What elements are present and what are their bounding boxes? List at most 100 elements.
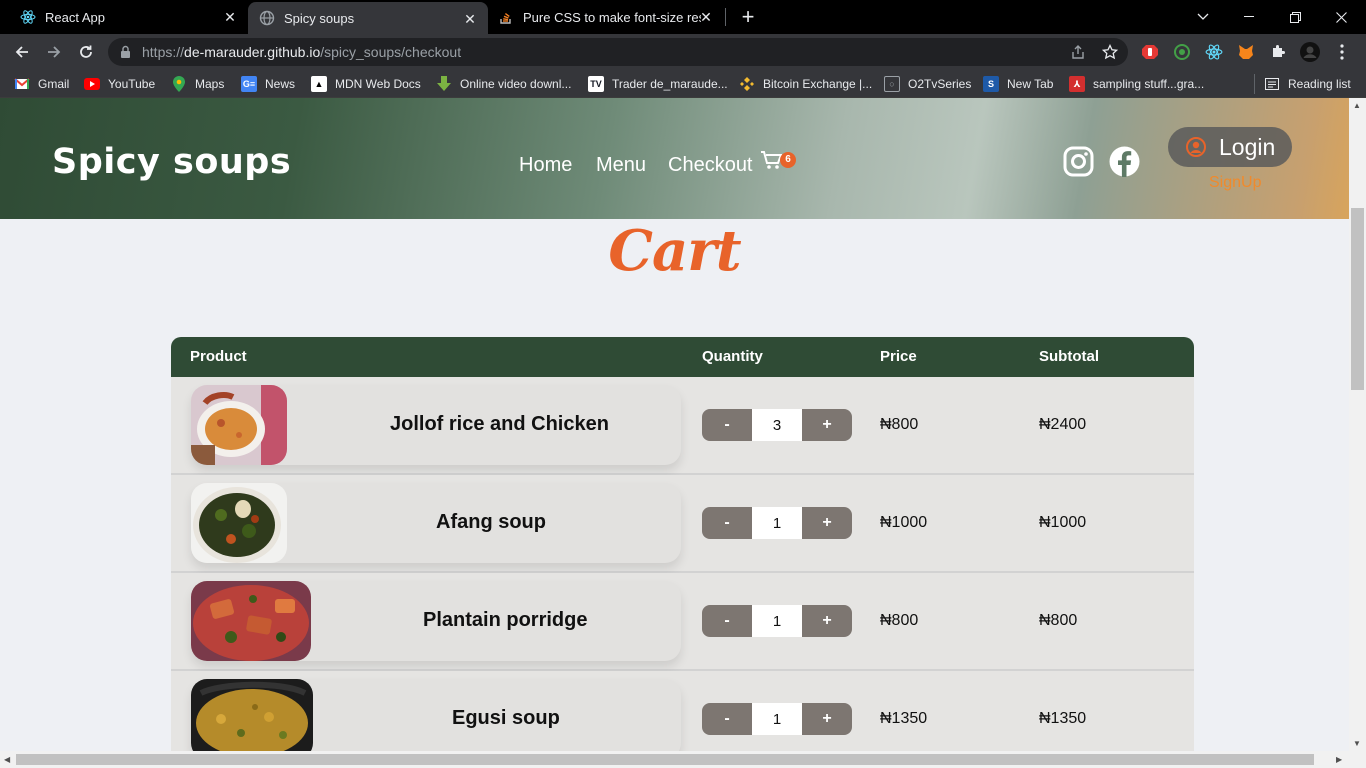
column-header-quantity: Quantity — [702, 348, 763, 365]
decrease-quantity-button[interactable]: - — [702, 507, 752, 539]
tab-react-app[interactable]: React App ✕ — [0, 0, 248, 34]
page-title: Cart — [608, 218, 741, 284]
maps-icon — [171, 76, 187, 92]
column-header-price: Price — [880, 348, 917, 365]
product-image-plantain — [191, 581, 311, 661]
quantity-value: 3 — [752, 409, 802, 441]
close-tab-icon[interactable]: ✕ — [222, 9, 238, 25]
profile-avatar-icon[interactable] — [1300, 42, 1320, 62]
extensions-puzzle-icon[interactable] — [1268, 42, 1288, 62]
react-devtools-icon[interactable] — [1204, 42, 1224, 62]
scroll-right-arrow-icon[interactable]: ▶ — [1336, 755, 1342, 764]
decrease-quantity-button[interactable]: - — [702, 703, 752, 735]
reading-list-button[interactable]: Reading list — [1264, 75, 1351, 93]
download-icon — [436, 76, 452, 92]
product-name: Afang soup — [436, 511, 546, 533]
cart-icon[interactable] — [760, 150, 783, 175]
table-row: Jollof rice and Chicken - 3 + ₦800 ₦2400 — [171, 377, 1194, 475]
bookmark-star-icon[interactable] — [1100, 42, 1120, 62]
tab-separator — [725, 8, 726, 26]
bookmark-o2tvseries[interactable]: ○ O2TvSeries — [884, 75, 971, 93]
quantity-stepper: - 1 + — [702, 605, 852, 637]
bookmark-bitcoin-exchange[interactable]: Bitcoin Exchange |... — [739, 75, 872, 93]
signup-link[interactable]: SignUp — [1209, 174, 1261, 192]
tab-title: Pure CSS to make font-size respo — [523, 9, 701, 25]
decrease-quantity-button[interactable]: - — [702, 605, 752, 637]
bookmark-gmail[interactable]: Gmail — [14, 75, 69, 93]
metamask-icon[interactable] — [1236, 42, 1256, 62]
forward-button[interactable] — [42, 40, 66, 64]
bookmark-youtube[interactable]: YouTube — [84, 75, 155, 93]
extension-ring-icon[interactable] — [1172, 42, 1192, 62]
bookmark-trader[interactable]: TV Trader de_maraude... — [588, 75, 728, 93]
tradingview-icon: TV — [588, 76, 604, 92]
horizontal-scrollbar-thumb[interactable] — [16, 754, 1314, 765]
bookmark-news[interactable]: G≡ News — [241, 75, 295, 93]
horizontal-scrollbar[interactable]: ◀ ▶ — [0, 751, 1366, 768]
bookmark-label: Bitcoin Exchange |... — [763, 77, 873, 91]
facebook-icon[interactable] — [1109, 146, 1140, 182]
lock-icon[interactable] — [120, 45, 131, 64]
item-subtotal: ₦1000 — [1039, 514, 1087, 531]
restore-button[interactable] — [1272, 0, 1318, 34]
address-bar[interactable]: https://de-marauder.github.io/spicy_soup… — [108, 38, 1128, 66]
newtab-icon: S — [983, 76, 999, 92]
product-card: Afang soup — [191, 483, 681, 563]
quantity-stepper: - 3 + — [702, 409, 852, 441]
table-row: Egusi soup - 1 + ₦1350 ₦1350 — [171, 671, 1194, 751]
share-icon[interactable] — [1068, 42, 1088, 62]
brand-logo[interactable]: Spicy soups — [52, 142, 291, 182]
bookmark-maps[interactable]: Maps — [171, 75, 224, 93]
bookmark-label: Online video downl... — [460, 77, 572, 91]
tab-search-icon[interactable] — [1180, 0, 1226, 34]
nav-home[interactable]: Home — [519, 154, 572, 177]
nav-checkout[interactable]: Checkout — [668, 154, 753, 177]
bookmark-video-downloader[interactable]: Online video downl... — [436, 75, 571, 93]
tab-title: React App — [45, 9, 105, 25]
login-button[interactable]: Login — [1168, 127, 1292, 167]
decrease-quantity-button[interactable]: - — [702, 409, 752, 441]
column-header-product: Product — [190, 348, 247, 365]
increase-quantity-button[interactable]: + — [802, 409, 852, 441]
scroll-left-arrow-icon[interactable]: ◀ — [4, 755, 10, 764]
increase-quantity-button[interactable]: + — [802, 507, 852, 539]
adblock-extension-icon[interactable] — [1140, 42, 1160, 62]
bookmark-label: YouTube — [108, 77, 156, 91]
url-path: /spicy_soups/checkout — [320, 44, 462, 60]
scroll-down-arrow-icon[interactable]: ▼ — [1353, 739, 1361, 748]
scroll-up-arrow-icon[interactable]: ▲ — [1353, 101, 1361, 110]
product-image-egusi — [191, 679, 313, 751]
new-tab-button[interactable]: + — [738, 6, 758, 28]
vertical-scrollbar[interactable]: ▲ ▼ — [1349, 98, 1366, 751]
item-subtotal: ₦2400 — [1039, 416, 1087, 433]
tab-spicy-soups[interactable]: Spicy soups ✕ — [248, 2, 488, 34]
reload-button[interactable] — [74, 40, 98, 64]
chrome-menu-icon[interactable] — [1332, 42, 1352, 62]
nav-menu[interactable]: Menu — [596, 154, 646, 177]
bookmark-sampling-stuff[interactable]: ⅄ sampling stuff...gra... — [1069, 75, 1204, 93]
url-host: de-marauder.github.io — [184, 44, 321, 60]
bookmark-label: O2TvSeries — [908, 77, 972, 91]
product-card: Plantain porridge — [191, 581, 681, 661]
vertical-scrollbar-thumb[interactable] — [1351, 208, 1364, 390]
tab-pure-css[interactable]: Pure CSS to make font-size respo ✕ — [488, 0, 724, 34]
bookmark-mdn[interactable]: ▲ MDN Web Docs — [311, 75, 421, 93]
bookmark-label: Gmail — [38, 77, 70, 91]
quantity-value: 1 — [752, 507, 802, 539]
close-tab-icon[interactable]: ✕ — [462, 11, 478, 27]
bookmark-new-tab[interactable]: S New Tab — [983, 75, 1053, 93]
instagram-icon[interactable] — [1063, 146, 1094, 182]
close-window-button[interactable] — [1318, 0, 1364, 34]
table-row: Afang soup - 1 + ₦1000 ₦1000 — [171, 475, 1194, 573]
increase-quantity-button[interactable]: + — [802, 703, 852, 735]
back-button[interactable] — [10, 40, 34, 64]
quantity-value: 1 — [752, 703, 802, 735]
cart-count-badge: 6 — [780, 152, 796, 168]
browser-toolbar: https://de-marauder.github.io/spicy_soup… — [0, 34, 1366, 70]
quantity-value: 1 — [752, 605, 802, 637]
bookmark-label: New Tab — [1007, 77, 1054, 91]
close-tab-icon[interactable]: ✕ — [698, 9, 714, 25]
increase-quantity-button[interactable]: + — [802, 605, 852, 637]
minimize-button[interactable] — [1226, 0, 1272, 34]
react-icon — [20, 9, 36, 25]
